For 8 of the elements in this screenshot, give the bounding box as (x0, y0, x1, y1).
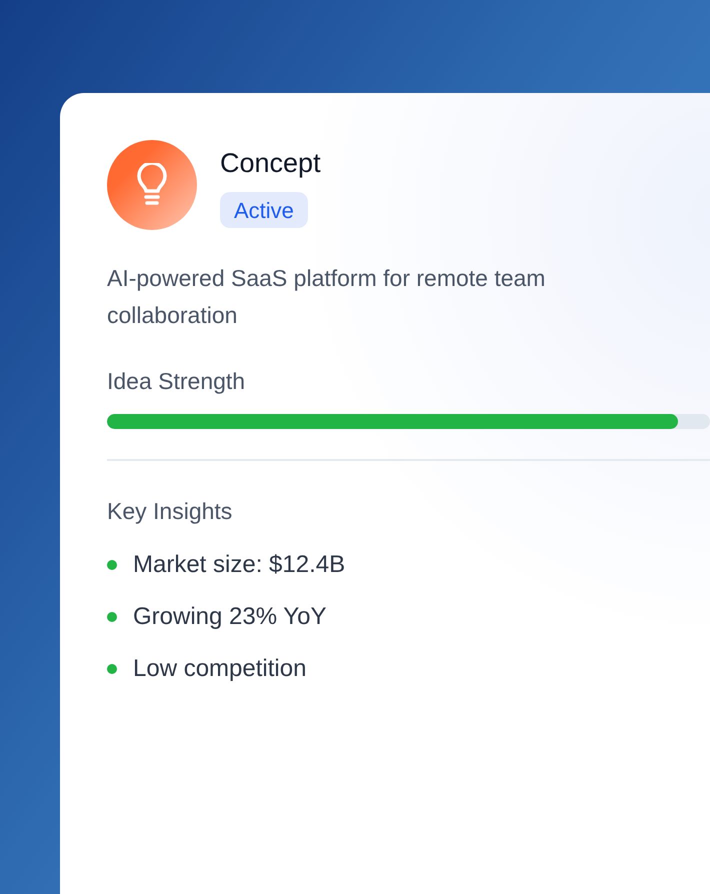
description: AI-powered SaaS platform for remote team collaboration (107, 264, 546, 330)
card-title: Concept (220, 147, 321, 180)
insight-text: Market size: $12.4B (133, 550, 346, 580)
insights-title: Key Insights (107, 497, 232, 526)
status-badge: Active (220, 192, 308, 228)
insight-text: Low competition (133, 654, 306, 684)
insight-text: Growing 23% YoY (133, 602, 326, 632)
strength-label: Idea Strength (107, 367, 246, 396)
